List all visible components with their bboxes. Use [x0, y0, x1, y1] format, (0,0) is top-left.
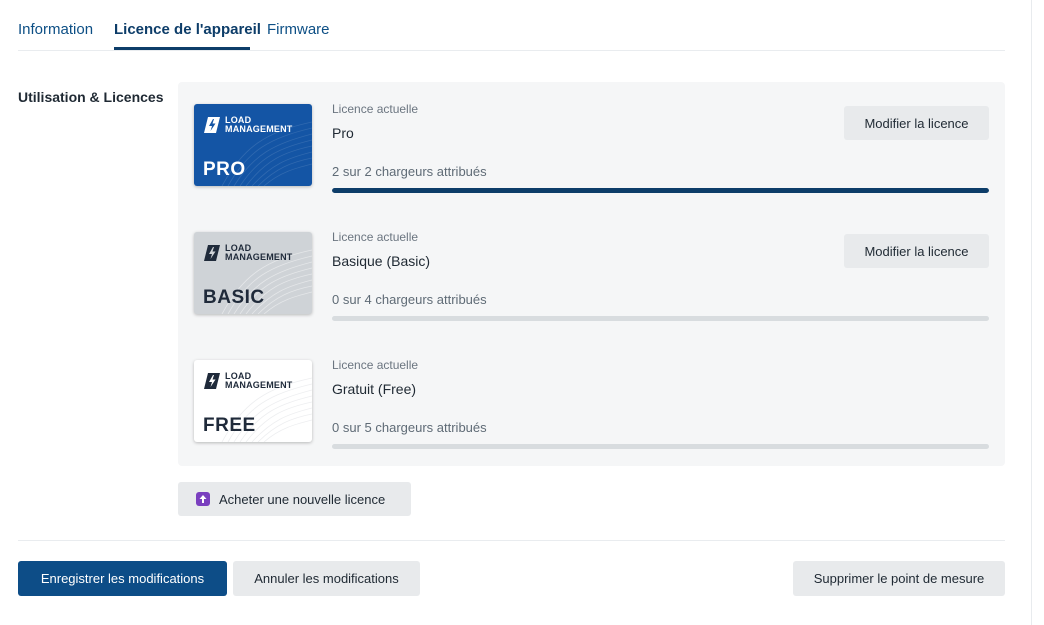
tab-device-licence[interactable]: Licence de l'appareil — [114, 21, 261, 38]
cancel-changes-button[interactable]: Annuler les modifications — [233, 561, 420, 596]
right-border — [1031, 0, 1032, 625]
card-brand: LOAD MANAGEMENT — [225, 371, 293, 390]
bolt-logo-icon — [204, 245, 220, 261]
card-brand: LOAD MANAGEMENT — [225, 243, 293, 262]
usage-progress-bar — [332, 188, 989, 193]
license-usage: 0 sur 4 chargeurs attribués — [332, 292, 487, 307]
licenses-panel: LOAD MANAGEMENT PRO Licence actuelle Pro … — [178, 82, 1005, 466]
license-label: Licence actuelle — [332, 102, 419, 116]
card-tier: FREE — [203, 415, 256, 436]
license-row-pro: LOAD MANAGEMENT PRO Licence actuelle Pro … — [178, 82, 1005, 210]
license-usage: 2 sur 2 chargeurs attribués — [332, 164, 487, 179]
card-brand: LOAD MANAGEMENT — [225, 115, 293, 134]
modify-license-button[interactable]: Modifier la licence — [844, 234, 989, 268]
section-label: Utilisation & Licences — [18, 89, 164, 105]
tab-bar: Information Licence de l'appareil Firmwa… — [18, 0, 1005, 51]
modify-license-button[interactable]: Modifier la licence — [844, 106, 989, 140]
license-row-basic: LOAD MANAGEMENT BASIC Licence actuelle Ba… — [178, 210, 1005, 338]
bolt-logo-icon — [204, 117, 220, 133]
license-usage: 0 sur 5 chargeurs attribués — [332, 420, 487, 435]
tab-firmware[interactable]: Firmware — [267, 21, 330, 38]
bolt-logo-icon — [204, 373, 220, 389]
license-name: Basique (Basic) — [332, 253, 431, 269]
license-label: Licence actuelle — [332, 230, 419, 244]
license-name: Gratuit (Free) — [332, 381, 417, 397]
buy-new-license-label: Acheter une nouvelle licence — [219, 491, 386, 507]
delete-measure-point-button[interactable]: Supprimer le point de mesure — [793, 561, 1005, 596]
save-changes-button[interactable]: Enregistrer les modifications — [18, 561, 227, 596]
usage-progress-bar — [332, 316, 989, 321]
usage-progress-bar — [332, 444, 989, 449]
card-tier: BASIC — [203, 287, 265, 308]
license-label: Licence actuelle — [332, 358, 419, 372]
upload-arrow-icon — [196, 492, 210, 506]
license-card-pro: LOAD MANAGEMENT PRO — [194, 104, 312, 186]
active-tab-indicator — [114, 47, 250, 50]
license-card-basic: LOAD MANAGEMENT BASIC — [194, 232, 312, 314]
card-tier: PRO — [203, 159, 246, 180]
footer-divider — [18, 540, 1005, 541]
usage-progress-fill — [332, 188, 989, 193]
tab-information[interactable]: Information — [18, 21, 93, 38]
buy-new-license-button[interactable]: Acheter une nouvelle licence — [178, 482, 411, 516]
license-card-free: LOAD MANAGEMENT FREE — [194, 360, 312, 442]
license-row-free: LOAD MANAGEMENT FREE Licence actuelle Gra… — [178, 338, 1005, 466]
license-name: Pro — [332, 125, 354, 141]
